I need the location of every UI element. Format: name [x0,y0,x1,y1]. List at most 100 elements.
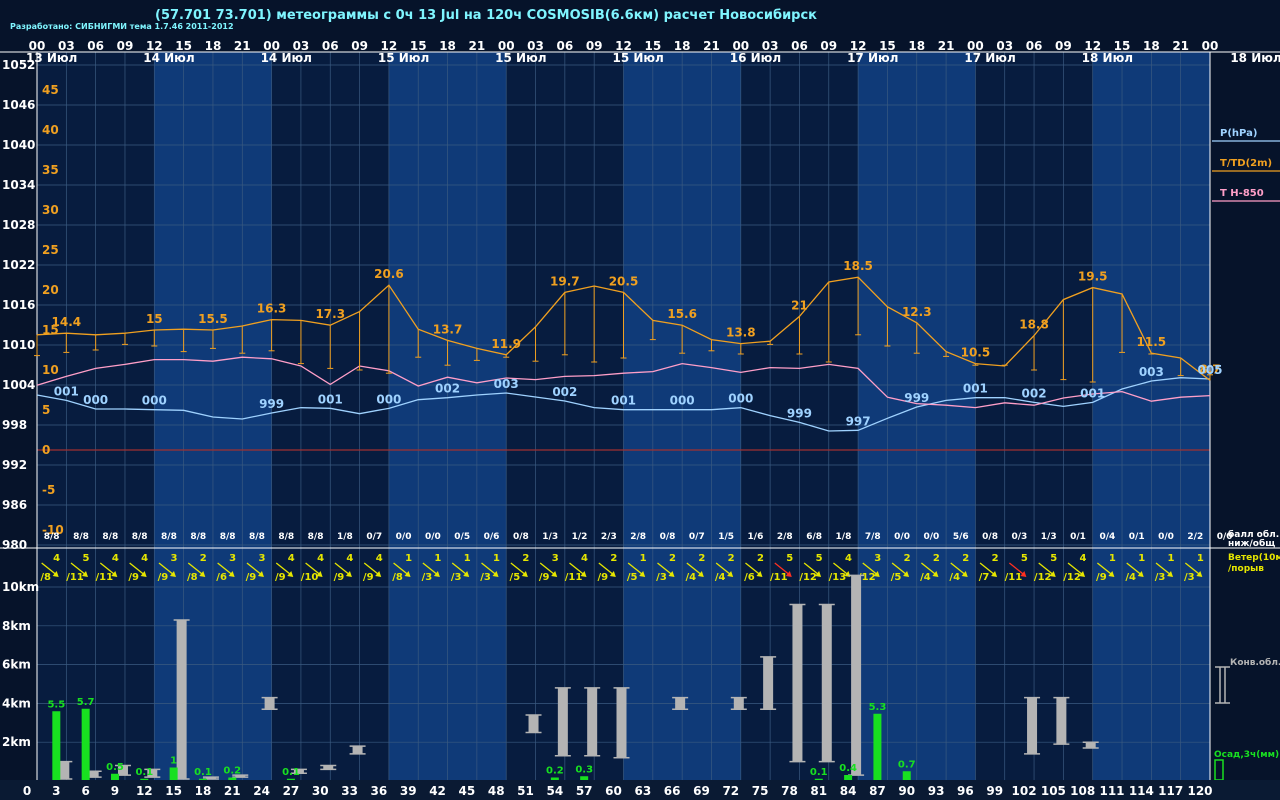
temp-value-label: 18.8 [1019,318,1049,332]
height-tick-label: 4km [2,696,31,710]
wind-speed-label: 1 [434,553,441,564]
hour-tick-label: 6 [81,784,89,798]
pressure-value-label: 002 [435,382,460,396]
conv-cloud-bar [264,697,275,710]
precip-legend-icon [1214,759,1224,781]
day-label: 17 Июл [847,51,898,65]
cloud-cover-label: 8/8 [249,532,265,542]
wind-speed-label: 3 [229,553,236,564]
precip-value-label: 5.5 [47,699,65,710]
cloud-cover-label: 1/3 [542,532,558,542]
temp-value-label: 19.5 [1078,270,1108,284]
precip-bar [169,767,178,780]
time-tick-label: 06 [791,39,808,53]
wind-speed-label: 4 [1080,553,1087,564]
conv-legend-label: Конв.обл. [1230,657,1280,668]
wind-gust-label: /12 [1063,572,1081,583]
legend-label: T/TD(2m) [1220,158,1272,169]
cloud-cover-label: 0/1 [1070,532,1086,542]
precip-bar [198,778,207,780]
hour-tick-label: 60 [605,784,622,798]
wind-speed-label: 4 [376,553,383,564]
wind-speed-label: 1 [405,553,412,564]
pressure-value-label: 005 [1197,363,1222,377]
wind-speed-label: 4 [288,553,295,564]
time-tick-label: 06 [556,39,573,53]
hour-tick-label: 21 [224,784,241,798]
wind-speed-label: 2 [522,553,529,564]
time-tick-label: 21 [703,39,720,53]
wind-title-2: /порыв [1228,564,1264,574]
wind-speed-label: 3 [874,553,881,564]
wind-gust-label: /4 [949,572,960,583]
cloud-cover-label: 0/0 [425,532,441,542]
wind-gust-label: /9 [334,572,345,583]
height-tick-label: 10km [2,580,39,594]
day-label: 14 Июл [143,51,194,65]
wind-gust-label: /4 [920,572,931,583]
wind-gust-label: /4 [1125,572,1136,583]
pressure-tick-label: 1040 [2,138,35,152]
cloud-cover-label: 0/8 [660,532,676,542]
hour-tick-label: 33 [341,784,358,798]
pressure-value-label: 000 [142,394,167,408]
wind-speed-label: 2 [200,553,207,564]
wind-speed-label: 2 [933,553,940,564]
pressure-tick-label: 1052 [2,58,35,72]
cloud-cover-label: 0/4 [1099,532,1115,542]
cloud-cover-label: 6/8 [806,532,822,542]
wind-speed-label: 2 [698,553,705,564]
hour-tick-label: 0 [23,784,31,798]
cloud-cover-label: 8/8 [73,532,89,542]
time-tick-label: 21 [469,39,486,53]
hour-tick-label: 111 [1099,784,1124,798]
height-tick-label: 8km [2,619,31,633]
wind-gust-label: /11 [66,572,84,583]
time-tick-label: 09 [351,39,368,53]
hour-tick-label: 9 [111,784,119,798]
pressure-value-label: 003 [494,377,519,391]
cloud-cover-label: 8/8 [132,532,148,542]
cloud-cover-label: 8/8 [278,532,294,542]
temp-tick-label: 25 [42,243,59,257]
pressure-tick-label: 1046 [2,98,35,112]
legend-label: T H-850 [1220,188,1264,199]
cloud-cover-label: 8/8 [161,532,177,542]
time-tick-label: 09 [117,39,134,53]
temp-value-label: 15.5 [198,312,228,326]
time-tick-label: 21 [938,39,955,53]
wind-speed-label: 2 [992,553,999,564]
temp-value-label: 15.6 [667,307,697,321]
legend-label: P(hPa) [1220,128,1257,139]
hour-tick-label: 87 [869,784,886,798]
precip-bar [873,713,882,780]
precip-bar [52,711,61,780]
wind-speed-label: 4 [581,553,588,564]
conv-cloud-bar [733,697,744,710]
precip-value-label: 0.4 [839,763,857,774]
pressure-value-label: 002 [1022,386,1047,400]
precip-bar [286,778,295,780]
cloud-cover-label: 0/8 [513,532,529,542]
wind-speed-label: 4 [141,553,148,564]
hour-tick-label: 39 [400,784,417,798]
temp-value-label: 18.5 [843,259,873,273]
conv-cloud-bar [557,687,568,756]
hour-tick-label: 63 [634,784,651,798]
precip-value-label: 5.3 [869,702,887,713]
hour-tick-label: 93 [928,784,945,798]
hour-tick-label: 12 [136,784,153,798]
temp-tick-label: 20 [42,283,59,297]
hour-tick-label: 72 [722,784,739,798]
wind-gust-label: /9 [158,572,169,583]
pressure-tick-label: 986 [2,498,27,512]
wind-speed-label: 3 [552,553,559,564]
hour-tick-label: 51 [517,784,534,798]
wind-gust-label: /6 [216,572,227,583]
temp-value-label: 21 [791,298,808,312]
time-tick-label: 06 [322,39,339,53]
pressure-tick-label: 992 [2,458,27,472]
wind-speed-label: 2 [728,553,735,564]
wind-gust-label: /4 [686,572,697,583]
time-tick-label: 18 [205,39,222,53]
